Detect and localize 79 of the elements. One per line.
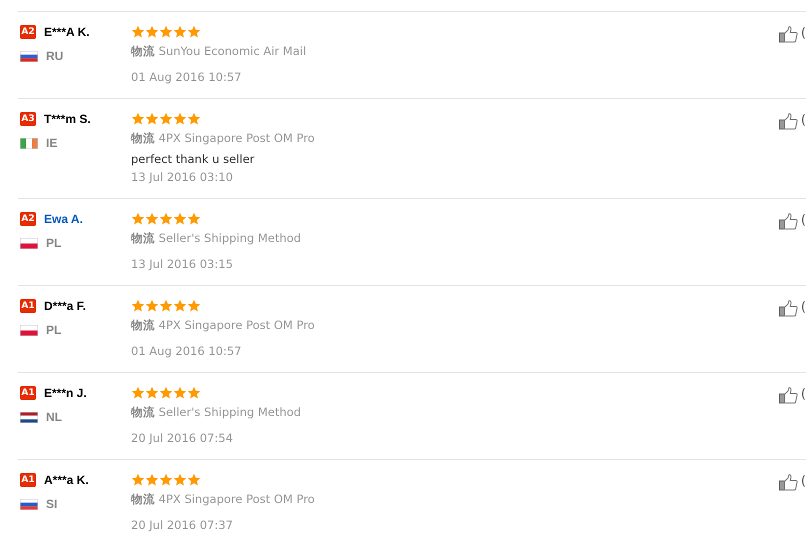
flag-icon: [20, 238, 38, 248]
review-comment: perfect thank u seller: [131, 152, 256, 166]
star-icon: [173, 112, 187, 126]
review-date: 01 Aug 2016 10:57: [131, 70, 242, 84]
star-icon: [145, 386, 159, 400]
star-icon: [187, 299, 201, 313]
helpful-count: (: [800, 26, 806, 41]
helpful-count: (: [800, 113, 806, 128]
star-icon: [131, 212, 145, 226]
helpful-count: (: [800, 213, 806, 228]
star-icon: [187, 212, 201, 226]
flag-icon: [20, 138, 38, 148]
thumbs-up-icon[interactable]: [778, 387, 798, 404]
flag-icon: [20, 50, 38, 62]
flag-icon: [20, 324, 38, 336]
star-icon: [173, 25, 187, 39]
level-badge: A2: [20, 212, 36, 226]
star-icon: [159, 112, 173, 126]
star-icon: [145, 25, 159, 39]
shipping-method: 物流 SunYou Economic Air Mail: [131, 44, 308, 59]
review-date: 20 Jul 2016 07:37: [131, 518, 234, 532]
review-date: 20 Jul 2016 07:54: [131, 431, 234, 445]
star-icon: [187, 386, 201, 400]
star-icon: [173, 212, 187, 226]
country-code: RU: [46, 49, 64, 63]
star-icon: [187, 25, 201, 39]
shipping-method: 物流 Seller's Shipping Method: [131, 405, 302, 420]
review-date: 13 Jul 2016 03:15: [131, 257, 234, 271]
star-icon: [187, 473, 201, 487]
star-icon: [173, 473, 187, 487]
helpful-count: (: [800, 474, 806, 489]
star-icon: [173, 299, 187, 313]
star-icon: [159, 473, 173, 487]
thumbs-up-icon[interactable]: [778, 113, 798, 130]
review-date: 01 Aug 2016 10:57: [131, 344, 242, 358]
reviewer-name: A***a K.: [44, 473, 89, 487]
country-code: PL: [46, 236, 62, 250]
helpful-count: (: [800, 300, 806, 315]
shipping-method: 物流 4PX Singapore Post OM Pro: [131, 492, 316, 507]
star-icon: [131, 25, 145, 39]
country-code: NL: [46, 410, 62, 424]
star-icon: [159, 212, 173, 226]
star-icon: [131, 386, 145, 400]
thumbs-up-icon[interactable]: [778, 26, 798, 43]
shipping-method: 物流 4PX Singapore Post OM Pro: [131, 318, 316, 333]
star-icon: [145, 212, 159, 226]
star-icon: [131, 299, 145, 313]
star-icon: [159, 386, 173, 400]
star-icon: [145, 473, 159, 487]
thumbs-up-icon[interactable]: [778, 300, 798, 317]
star-icon: [131, 473, 145, 487]
level-badge: A1: [20, 386, 36, 400]
star-icon: [159, 299, 173, 313]
reviewer-name: T***m S.: [44, 112, 91, 126]
star-icon: [145, 299, 159, 313]
helpful-count: (: [800, 387, 806, 402]
country-code: PL: [46, 323, 62, 337]
flag-icon: [20, 412, 38, 422]
reviewer-name: D***a F.: [44, 299, 86, 313]
star-icon: [159, 25, 173, 39]
level-badge: A3: [20, 112, 36, 126]
star-icon: [131, 112, 145, 126]
star-icon: [187, 112, 201, 126]
level-badge: A1: [20, 299, 36, 313]
country-code: SI: [46, 497, 58, 511]
level-badge: A1: [20, 473, 36, 487]
level-badge: A2: [20, 25, 36, 39]
star-icon: [173, 386, 187, 400]
shipping-method: 物流 Seller's Shipping Method: [131, 231, 302, 246]
reviewer-name: E***A K.: [44, 25, 90, 39]
country-code: IE: [46, 136, 58, 150]
thumbs-up-icon[interactable]: [778, 474, 798, 491]
reviewer-name: E***n J.: [44, 386, 87, 400]
thumbs-up-icon[interactable]: [778, 213, 798, 230]
flag-icon: [20, 498, 38, 510]
shipping-method: 物流 4PX Singapore Post OM Pro: [131, 131, 316, 146]
star-icon: [145, 112, 159, 126]
reviewer-name[interactable]: Ewa A.: [44, 212, 83, 226]
review-date: 13 Jul 2016 03:10: [131, 170, 234, 184]
